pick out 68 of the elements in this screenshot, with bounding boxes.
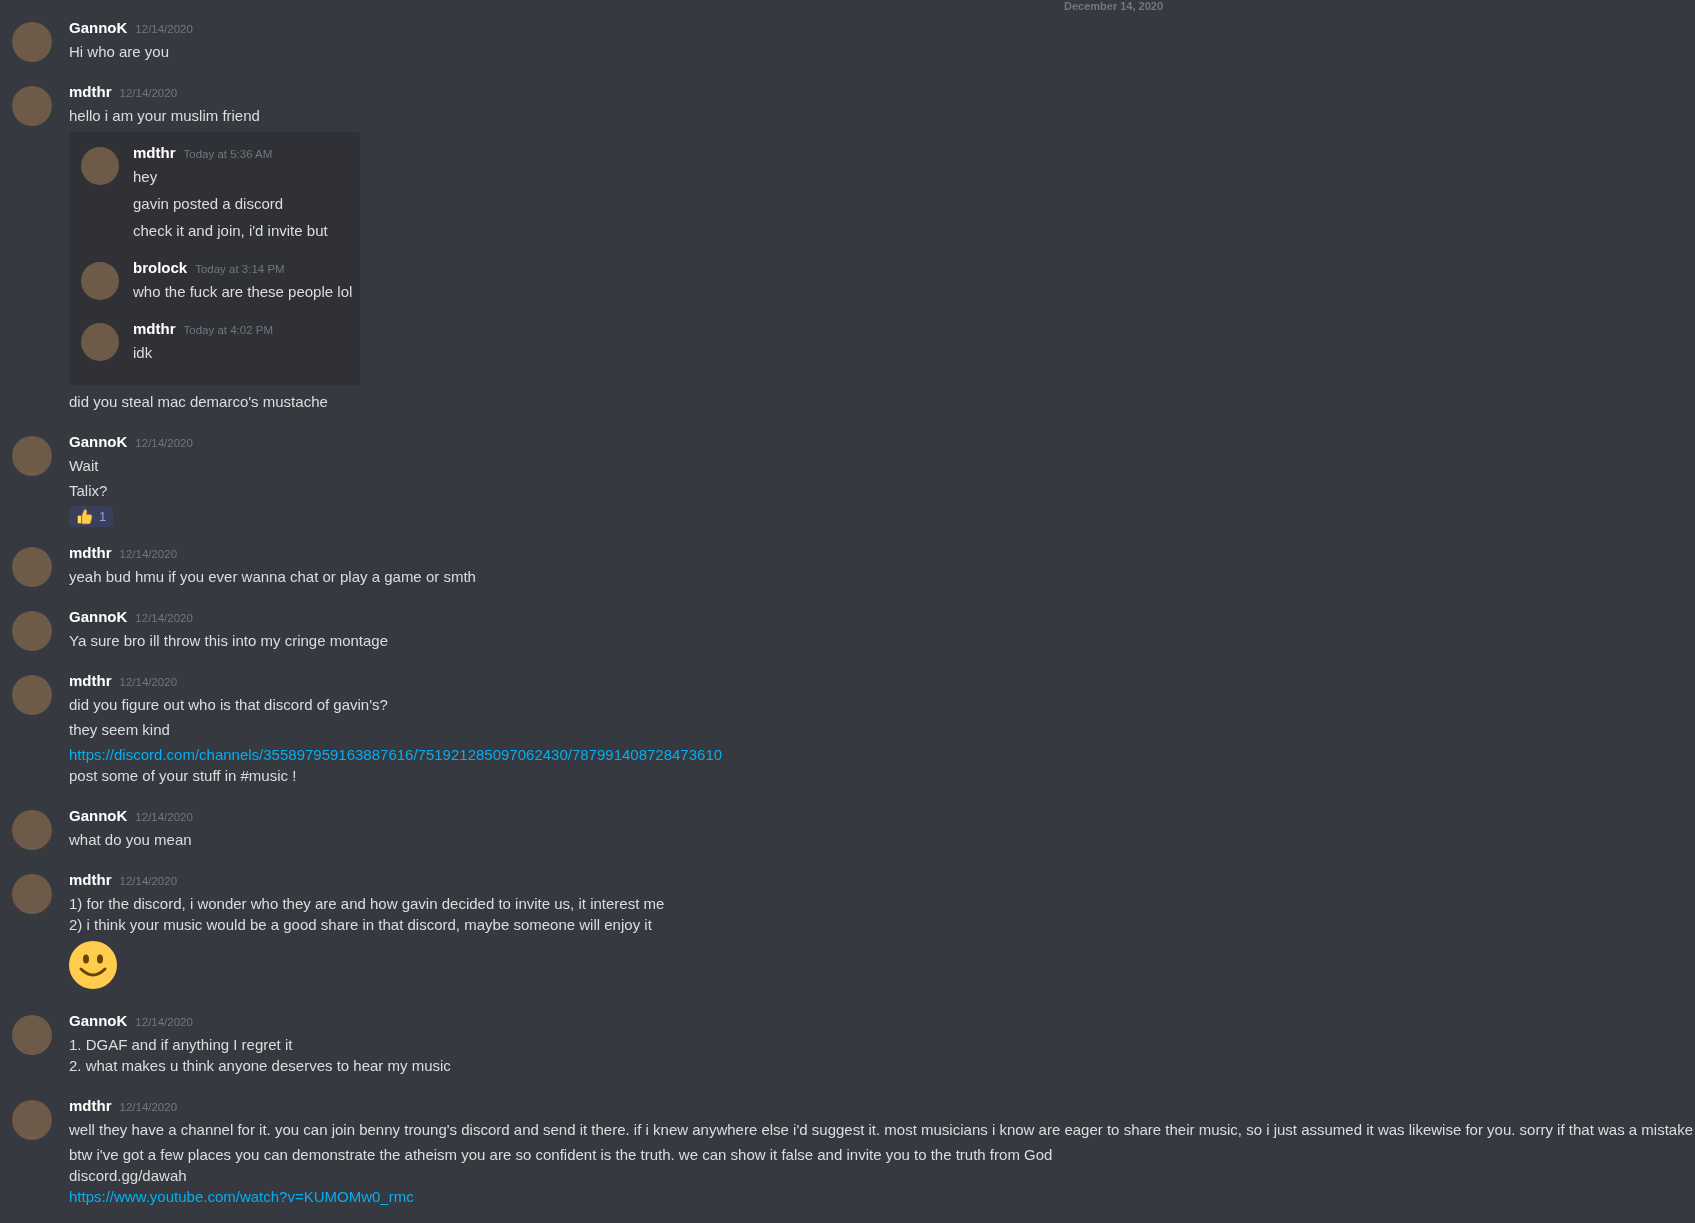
timestamp: 12/14/2020 [119, 1101, 178, 1113]
message-link[interactable]: https://discord.com/channels/355897959163887616/751921285097062430/787991408728473610 [69, 746, 723, 763]
message-text: discord.gg/dawah [69, 1166, 188, 1186]
avatar-placeholder[interactable] [12, 611, 52, 651]
username[interactable]: mdthr [69, 544, 112, 561]
avatar-placeholder[interactable] [12, 22, 52, 62]
message-text: hello i am your muslim friend [69, 106, 261, 126]
message-text: 1. DGAF and if anything I regret it [69, 1035, 294, 1055]
timestamp: 12/14/2020 [119, 548, 178, 560]
timestamp: Today at 4:02 PM [183, 324, 273, 336]
username[interactable]: mdthr [133, 320, 176, 337]
message-text: yeah bud hmu if you ever wanna chat or play a game or smth [69, 567, 476, 587]
message-text: Ya sure bro ill throw this into my cringe montage [69, 631, 389, 651]
message-text: Talix? [69, 481, 109, 501]
avatar-placeholder[interactable] [81, 147, 119, 185]
username[interactable]: GannoK [69, 433, 128, 450]
message-text: hey [133, 167, 159, 187]
thumbs-up-icon [76, 508, 93, 525]
timestamp: 12/14/2020 [135, 612, 193, 624]
avatar-placeholder[interactable] [12, 810, 52, 850]
username[interactable]: GannoK [69, 608, 128, 625]
timestamp: 12/14/2020 [135, 1016, 193, 1028]
message-text: who the fuck are these people lol [133, 282, 353, 302]
username[interactable]: GannoK [69, 807, 128, 824]
avatar-placeholder[interactable] [12, 874, 52, 914]
avatar-placeholder[interactable] [12, 86, 52, 126]
timestamp: 12/14/2020 [135, 811, 193, 823]
message-text: they seem kind [69, 720, 171, 740]
timestamp: 12/14/2020 [119, 87, 178, 99]
message-text: Wait [69, 456, 100, 476]
message-text: what do you mean [69, 830, 193, 850]
username[interactable]: GannoK [69, 19, 128, 36]
message-text: post some of your stuff in #music ! [69, 766, 298, 786]
username[interactable]: mdthr [69, 83, 112, 100]
message-text: gavin posted a discord [133, 194, 285, 214]
username[interactable]: mdthr [69, 1097, 112, 1114]
message-text: well they have a channel for it. you can join benny troung's discord and send it there. if i knew anywhere else i'd suggest it. most musicians i know are eager to share their music, so i just assumed it was likewise for you. sorry if that was a mistake [69, 1120, 1693, 1140]
message-text: idk [133, 343, 154, 363]
username[interactable]: mdthr [133, 144, 176, 161]
timestamp: 12/14/2020 [135, 437, 193, 449]
avatar-placeholder[interactable] [12, 547, 52, 587]
date-divider: December 14, 2020 [1064, 0, 1164, 12]
timestamp: 12/14/2020 [135, 23, 193, 35]
message-text: check it and join, i'd invite but [133, 221, 328, 241]
avatar-placeholder[interactable] [12, 1015, 52, 1055]
message-text: 1) for the discord, i wonder who they are and how gavin decided to invite us, it interest me [69, 894, 665, 914]
reaction-button[interactable]: 1 [69, 506, 114, 527]
message-text: btw i've got a few places you can demonstrate the atheism you are so confident is the truth. we can show it false and invite you to the truth from God [69, 1145, 1054, 1165]
message-text: 2. what makes u think anyone deserves to hear my music [69, 1056, 451, 1076]
username[interactable]: brolock [133, 259, 188, 276]
avatar-placeholder[interactable] [12, 1100, 52, 1140]
timestamp: 12/14/2020 [119, 875, 178, 887]
timestamp: Today at 3:14 PM [195, 263, 285, 275]
smiley-emoji-icon [69, 941, 117, 989]
avatar-placeholder[interactable] [81, 262, 119, 300]
timestamp: Today at 5:36 AM [183, 148, 273, 160]
message-link[interactable]: https://www.youtube.com/watch?v=KUMOMw0_rmc [69, 1188, 414, 1205]
message-text: 2) i think your music would be a good share in that discord, maybe someone will enjoy it [69, 915, 653, 935]
avatar-placeholder[interactable] [81, 323, 119, 361]
message-text: Hi who are you [69, 42, 171, 62]
username[interactable]: mdthr [69, 871, 112, 888]
username[interactable]: GannoK [69, 1012, 128, 1029]
avatar-placeholder[interactable] [12, 436, 52, 476]
avatar-placeholder[interactable] [12, 675, 52, 715]
message-text: did you figure out who is that discord of gavin's? [69, 695, 389, 715]
timestamp: 12/14/2020 [119, 676, 178, 688]
username[interactable]: mdthr [69, 672, 112, 689]
message-text: did you steal mac demarco's mustache [69, 392, 329, 412]
